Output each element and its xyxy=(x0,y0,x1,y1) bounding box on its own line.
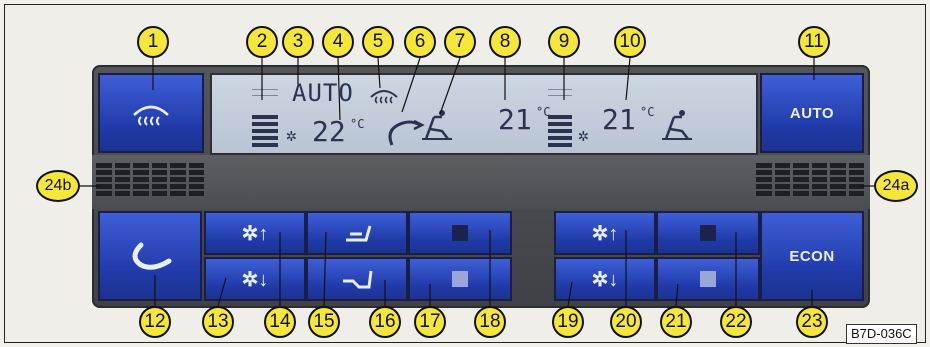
figure: AUTO ✲ 22 °C 21 °C ✲ 21 °C AUTO ✲↑ ✲↓ ✲↑… xyxy=(0,0,930,347)
figure-code: B7D-036C xyxy=(846,324,917,344)
callout-13: 13 xyxy=(202,306,234,338)
callout-11: 11 xyxy=(798,26,830,58)
callout-12: 12 xyxy=(139,306,171,338)
callout-5: 5 xyxy=(362,26,394,58)
callout-10: 10 xyxy=(614,26,646,58)
callout-18: 18 xyxy=(474,306,506,338)
callout-2: 2 xyxy=(246,26,278,58)
callout-24b: 24b xyxy=(36,170,80,202)
callout-4: 4 xyxy=(322,26,354,58)
callout-15: 15 xyxy=(308,306,340,338)
callout-19: 19 xyxy=(552,306,584,338)
callout-22: 22 xyxy=(720,306,752,338)
callout-21: 21 xyxy=(660,306,692,338)
callout-23: 23 xyxy=(796,306,828,338)
callout-16: 16 xyxy=(369,306,401,338)
callout-3: 3 xyxy=(282,26,314,58)
callout-17: 17 xyxy=(414,306,446,338)
callout-6: 6 xyxy=(404,26,436,58)
callout-7: 7 xyxy=(444,26,476,58)
callout-14: 14 xyxy=(264,306,296,338)
callout-9: 9 xyxy=(548,26,580,58)
callout-8: 8 xyxy=(489,26,521,58)
callout-20: 20 xyxy=(610,306,642,338)
callout-1: 1 xyxy=(137,26,169,58)
callout-24a: 24a xyxy=(874,170,918,202)
